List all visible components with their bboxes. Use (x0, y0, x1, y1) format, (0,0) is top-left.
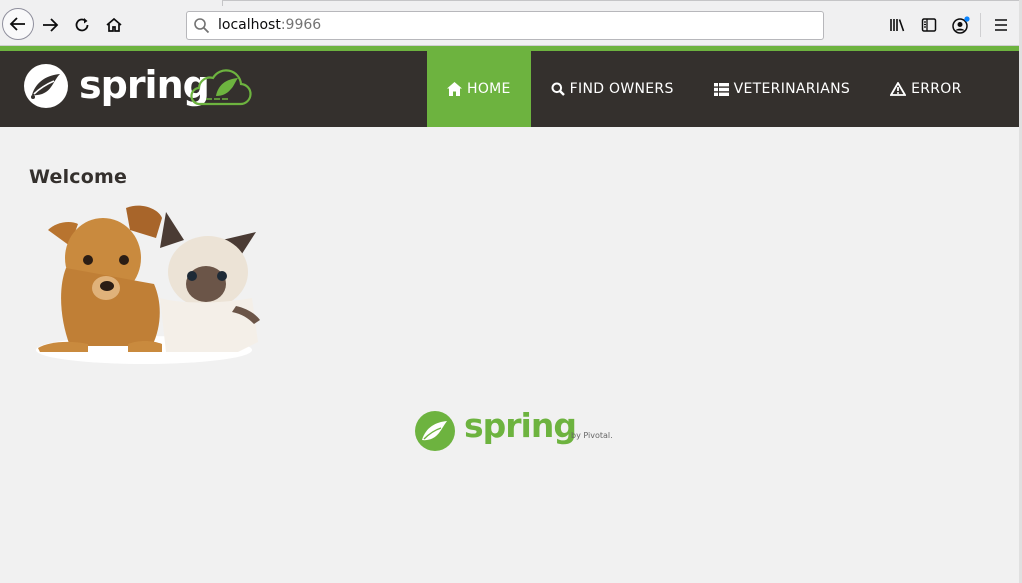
house-icon (106, 17, 122, 32)
main-navbar: spring HOME FIND OWNERS VETERINARIANS ER… (0, 51, 1022, 127)
url-bar[interactable]: localhost:9966 (186, 11, 824, 40)
toolbar-separator (980, 13, 981, 37)
url-port: :9966 (280, 17, 322, 33)
library-icon (890, 19, 905, 32)
account-icon (952, 16, 970, 34)
page-title: Welcome (29, 166, 128, 188)
search-icon (194, 18, 210, 34)
search-icon (551, 82, 565, 96)
nav-item-home[interactable]: HOME (427, 51, 531, 127)
footer-spring-logo: spring by Pivotal. (414, 406, 614, 454)
spring-leaf-icon (24, 64, 68, 108)
url-host: localhost (218, 17, 281, 33)
nav-menu: HOME FIND OWNERS VETERINARIANS ERROR (427, 51, 982, 127)
footer-wordmark: spring (464, 406, 577, 445)
forward-button[interactable] (35, 10, 65, 40)
tab-strip-edge (222, 0, 1022, 6)
reload-button[interactable] (67, 10, 97, 40)
library-button[interactable] (885, 12, 911, 38)
arrow-left-icon (9, 17, 25, 31)
nav-item-label: VETERINARIANS (733, 81, 851, 97)
nav-item-label: HOME (467, 81, 511, 97)
reload-icon (75, 18, 89, 32)
cloud-leaf-icon (190, 69, 252, 106)
nav-item-veterinarians[interactable]: VETERINARIANS (694, 51, 870, 127)
home-icon (447, 82, 462, 96)
spring-leaf-icon (415, 411, 455, 451)
list-icon (713, 82, 729, 96)
sidebar-button[interactable] (916, 12, 942, 38)
menu-button[interactable] (988, 12, 1014, 38)
account-button[interactable] (948, 12, 974, 38)
footer-by-pivotal: by Pivotal. (571, 431, 613, 440)
arrow-right-icon (43, 18, 59, 32)
url-text: localhost:9966 (218, 17, 321, 33)
nav-item-label: ERROR (911, 81, 962, 97)
sidebar-icon (921, 18, 937, 32)
home-button[interactable] (99, 10, 129, 40)
hamburger-icon (995, 19, 1007, 31)
nav-item-label: FIND OWNERS (569, 81, 674, 97)
spring-logo[interactable]: spring (22, 61, 252, 117)
pets-image (36, 205, 260, 364)
warning-icon (890, 82, 907, 96)
back-button[interactable] (2, 8, 34, 40)
nav-item-find-owners[interactable]: FIND OWNERS (531, 51, 694, 127)
nav-item-error[interactable]: ERROR (870, 51, 982, 127)
browser-toolbar: localhost:9966 (0, 0, 1022, 46)
